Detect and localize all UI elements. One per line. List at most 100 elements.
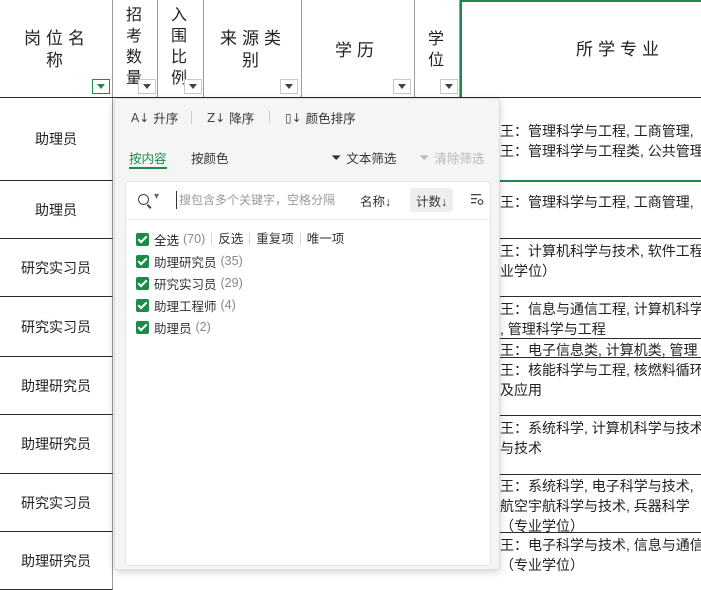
text-filter-label: 文本筛选 bbox=[346, 152, 397, 166]
filter-list-box: ▾ 名称↓ 计数↓ 全选 (70) 反选 重复项 唯一项 助理研究员 (35) bbox=[125, 181, 491, 566]
selected-column-top-border bbox=[460, 0, 701, 2]
clear-filter-label: 清除筛选 bbox=[434, 152, 485, 166]
major-text-line: 王：管理科学与工程类, 公共管理 bbox=[500, 143, 701, 159]
cell-position-row-8[interactable]: 助理研究员 bbox=[0, 532, 113, 590]
select-all-label[interactable]: 全选 bbox=[154, 230, 179, 249]
item-label: 研究实习员 bbox=[154, 277, 217, 292]
sort-by-name-toggle[interactable]: 名称↓ bbox=[354, 188, 397, 212]
item-label: 助理工程师 bbox=[154, 299, 217, 314]
row-divider bbox=[493, 532, 701, 533]
cell-position-row-2[interactable]: 助理员 bbox=[0, 181, 113, 239]
header-source-label: 来源类别 bbox=[220, 29, 286, 71]
filter-dropdown-degree[interactable] bbox=[440, 79, 458, 94]
header-cell-source[interactable]: 来源类别 bbox=[204, 0, 302, 97]
search-icon[interactable] bbox=[138, 194, 149, 205]
item-checkbox[interactable] bbox=[136, 298, 149, 312]
major-text-line: （专业学位） bbox=[500, 518, 584, 534]
tab-by-color[interactable]: 按颜色 bbox=[191, 148, 229, 167]
header-cell-education[interactable]: 学历 bbox=[302, 0, 415, 97]
cell-position-row-5[interactable]: 助理研究员 bbox=[0, 357, 113, 415]
cell-position-row-7[interactable]: 研究实习员 bbox=[0, 474, 113, 532]
filter-funnel-icon: ⏷ bbox=[331, 149, 342, 165]
header-cell-ratio[interactable]: 入围比例 bbox=[158, 0, 204, 97]
color-sort-icon: ▯↓ bbox=[285, 110, 302, 125]
row-divider bbox=[493, 296, 701, 297]
sort-by-color-button[interactable]: ▯↓ 颜色排序 bbox=[285, 108, 356, 127]
filter-panel: A↓ 升序 Z↓ 降序 ▯↓ 颜色排序 按内容 按颜色 ⏷ 文本筛选 ⏷ 清除筛… bbox=[114, 98, 500, 570]
clear-filter-button[interactable]: ⏷ 清除筛选 bbox=[419, 148, 484, 167]
major-text-line: 业学位） bbox=[500, 263, 556, 279]
item-count: (2) bbox=[195, 320, 211, 334]
sort-toolbar: A↓ 升序 Z↓ 降序 ▯↓ 颜色排序 bbox=[115, 99, 499, 133]
unique-link[interactable]: 唯一项 bbox=[299, 233, 351, 245]
active-tab-underline bbox=[129, 167, 167, 169]
toolbar-divider bbox=[191, 111, 192, 124]
header-degree-label: 学位 bbox=[427, 29, 444, 69]
major-text-line: 王：计算机科学与技术, 软件工程 bbox=[500, 243, 701, 259]
tab-by-content[interactable]: 按内容 bbox=[129, 148, 167, 167]
major-text-line: 王：电子科学与技术, 信息与通信 bbox=[500, 537, 701, 553]
list-item[interactable]: 研究实习员 (29) bbox=[136, 274, 243, 292]
filter-mode-tabs: 按内容 按颜色 ⏷ 文本筛选 ⏷ 清除筛选 bbox=[115, 137, 499, 169]
sort-ascending-icon: A↓ bbox=[131, 110, 150, 125]
search-bar: ▾ 名称↓ 计数↓ bbox=[126, 182, 490, 220]
sort-ascending-label: 升序 bbox=[153, 112, 179, 126]
list-item[interactable]: 助理员 (2) bbox=[136, 318, 211, 336]
sort-by-count-toggle[interactable]: 计数↓ bbox=[410, 188, 454, 212]
sort-ascending-button[interactable]: A↓ 升序 bbox=[131, 108, 178, 127]
select-all-checkbox[interactable] bbox=[136, 232, 149, 246]
clear-filter-icon: ⏷ bbox=[419, 149, 430, 165]
text-filter-button[interactable]: ⏷ 文本筛选 bbox=[331, 148, 396, 167]
header-cell-recruit[interactable]: 招考数量 bbox=[113, 0, 158, 97]
cell-position-row-1[interactable]: 助理员 bbox=[0, 98, 113, 181]
major-text-line: （专业学位） bbox=[500, 557, 584, 573]
search-input[interactable] bbox=[176, 191, 339, 209]
filter-dropdown-source[interactable] bbox=[280, 79, 298, 94]
chevron-down-icon[interactable]: ▾ bbox=[154, 191, 159, 202]
major-text-line: , 管理科学与工程 bbox=[500, 321, 606, 337]
row-divider bbox=[493, 357, 701, 358]
invert-selection-link[interactable]: 反选 bbox=[211, 233, 249, 245]
header-cell-position[interactable]: 岗位名称 bbox=[0, 0, 113, 97]
filter-dropdown-position[interactable] bbox=[92, 79, 110, 94]
major-text-line: 王：系统科学, 电子科学与技术, bbox=[500, 478, 694, 494]
item-label: 助理研究员 bbox=[154, 255, 217, 270]
cell-position-row-4[interactable]: 研究实习员 bbox=[0, 297, 113, 357]
filter-dropdown-recruit[interactable] bbox=[138, 79, 156, 94]
header-position-label: 岗位名称 bbox=[24, 29, 90, 71]
major-text-line: 王：系统科学, 计算机科学与技术 bbox=[500, 420, 701, 436]
sort-descending-icon: Z↓ bbox=[207, 110, 226, 125]
major-text-line: 王：信息与通信工程, 计算机科学 bbox=[500, 301, 701, 317]
row-divider bbox=[493, 415, 701, 416]
cell-position-row-6[interactable]: 助理研究员 bbox=[0, 415, 113, 474]
item-checkbox[interactable] bbox=[136, 276, 149, 290]
item-checkbox[interactable] bbox=[136, 254, 149, 268]
item-count: (35) bbox=[220, 254, 243, 268]
duplicates-link[interactable]: 重复项 bbox=[249, 233, 300, 245]
major-text-line: 航空宇航科学与技术, 兵器科学 bbox=[500, 498, 690, 514]
major-text-line: 与技术 bbox=[500, 440, 542, 456]
filter-dropdown-education[interactable] bbox=[393, 79, 411, 94]
filter-dropdown-ratio[interactable] bbox=[184, 79, 202, 94]
sort-descending-label: 降序 bbox=[229, 112, 255, 126]
major-text-line: 王：核能科学与工程, 核燃料循环 bbox=[500, 362, 701, 378]
major-column-visible: 王：管理科学与工程, 工商管理, 王：管理科学与工程类, 公共管理 王：管理科学… bbox=[493, 97, 701, 575]
item-checkbox[interactable] bbox=[136, 320, 149, 334]
item-label: 助理员 bbox=[154, 321, 192, 336]
list-options-icon[interactable] bbox=[470, 192, 484, 206]
selected-column-outline bbox=[460, 0, 701, 97]
header-education-label: 学历 bbox=[335, 41, 379, 61]
cell-position-row-3[interactable]: 研究实习员 bbox=[0, 239, 113, 297]
row-divider bbox=[493, 180, 701, 182]
row-divider bbox=[493, 238, 701, 239]
item-count: (29) bbox=[220, 276, 243, 290]
row-divider bbox=[493, 338, 701, 339]
header-cell-degree[interactable]: 学位 bbox=[415, 0, 460, 97]
list-item[interactable]: 助理研究员 (35) bbox=[136, 252, 243, 270]
sort-descending-button[interactable]: Z↓ 降序 bbox=[207, 108, 254, 127]
list-item[interactable]: 助理工程师 (4) bbox=[136, 296, 236, 314]
row-divider bbox=[493, 474, 701, 475]
select-all-count: (70) bbox=[183, 232, 206, 246]
sort-by-color-label: 颜色排序 bbox=[305, 112, 356, 126]
item-count: (4) bbox=[220, 298, 236, 312]
